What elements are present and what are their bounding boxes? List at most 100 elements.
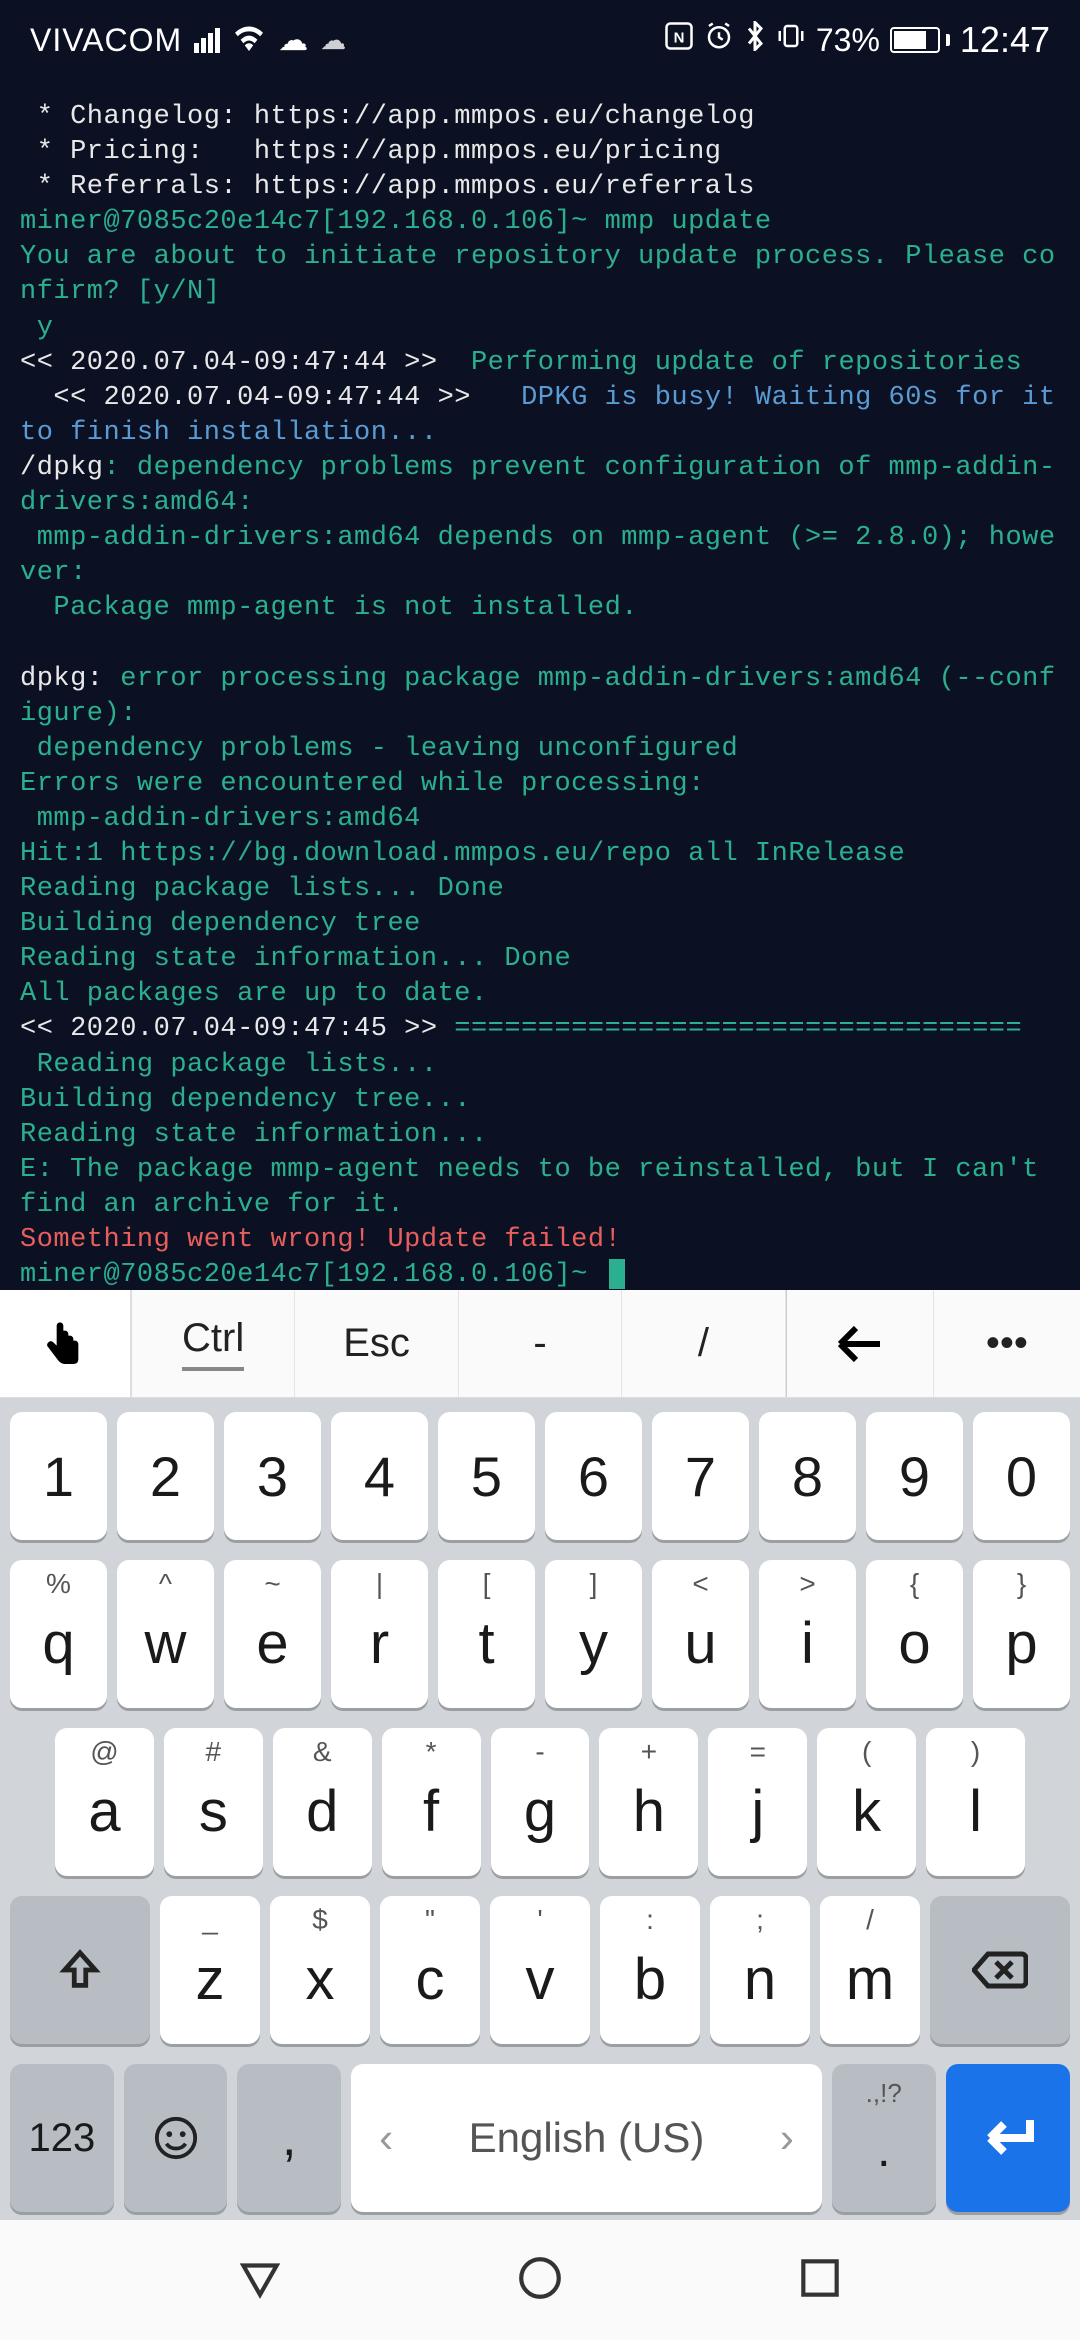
- key-z[interactable]: _z: [160, 1896, 260, 2044]
- terminal-toolbar: Ctrl Esc - / •••: [0, 1290, 1080, 1398]
- key-5[interactable]: 5: [438, 1412, 535, 1540]
- key-p[interactable]: }p: [973, 1560, 1070, 1708]
- term-line: Building dependency tree...: [20, 1083, 1060, 1118]
- term-line: E: The package mmp-agent needs to be rei…: [20, 1153, 1060, 1223]
- key-w[interactable]: ^w: [117, 1560, 214, 1708]
- term-line: /dpkg: dependency problems prevent confi…: [20, 451, 1060, 521]
- terminal-output[interactable]: * Changelog: https://app.mmpos.eu/change…: [0, 80, 1080, 1303]
- cloud-icon-2: ☁: [320, 25, 346, 56]
- kb-row-numbers: 1 2 3 4 5 6 7 8 9 0: [10, 1412, 1070, 1540]
- soft-keyboard: 1 2 3 4 5 6 7 8 9 0 %q ^w ~e |r [t ]y <u…: [0, 1398, 1080, 2220]
- key-k[interactable]: (k: [817, 1728, 916, 1876]
- term-line: Reading package lists...: [20, 1048, 1060, 1083]
- term-line: Reading state information...: [20, 1118, 1060, 1153]
- period-key[interactable]: .,!? .: [832, 2064, 936, 2212]
- term-line: << 2020.07.04-09:47:45 >> ==============…: [20, 1012, 1060, 1047]
- key-y[interactable]: ]y: [545, 1560, 642, 1708]
- nav-back-button[interactable]: [235, 2253, 285, 2308]
- key-e[interactable]: ~e: [224, 1560, 321, 1708]
- key-x[interactable]: $x: [270, 1896, 370, 2044]
- term-line: Reading state information... Done: [20, 942, 1060, 977]
- slash-key-button[interactable]: /: [622, 1290, 785, 1397]
- term-line: * Referrals: https://app.mmpos.eu/referr…: [20, 170, 1060, 205]
- term-line: Building dependency tree: [20, 907, 1060, 942]
- esc-key-button[interactable]: Esc: [295, 1290, 458, 1397]
- key-c[interactable]: "c: [380, 1896, 480, 2044]
- term-line: mmp-addin-drivers:amd64 depends on mmp-a…: [20, 521, 1060, 591]
- key-1[interactable]: 1: [10, 1412, 107, 1540]
- key-h[interactable]: +h: [599, 1728, 698, 1876]
- term-line: mmp-addin-drivers:amd64: [20, 802, 1060, 837]
- key-6[interactable]: 6: [545, 1412, 642, 1540]
- signal-icon: [194, 28, 220, 53]
- key-n[interactable]: ;n: [710, 1896, 810, 2044]
- key-b[interactable]: :b: [600, 1896, 700, 2044]
- key-q[interactable]: %q: [10, 1560, 107, 1708]
- term-prompt: miner@7085c20e14c7[192.168.0.106]~: [20, 1258, 1060, 1293]
- svg-text:N: N: [673, 29, 684, 46]
- nfc-icon: N: [664, 21, 694, 59]
- status-left: VIVACOM ☁ ☁: [30, 22, 346, 59]
- key-l[interactable]: )l: [926, 1728, 1025, 1876]
- key-u[interactable]: <u: [652, 1560, 749, 1708]
- term-line: All packages are up to date.: [20, 977, 1060, 1012]
- key-0[interactable]: 0: [973, 1412, 1070, 1540]
- term-line: << 2020.07.04-09:47:44 >> Performing upd…: [20, 346, 1060, 381]
- term-line: You are about to initiate repository upd…: [20, 240, 1060, 310]
- term-line: y: [20, 311, 1060, 346]
- key-f[interactable]: *f: [382, 1728, 481, 1876]
- enter-key[interactable]: [946, 2064, 1070, 2212]
- key-j[interactable]: =j: [708, 1728, 807, 1876]
- kb-row-q: %q ^w ~e |r [t ]y <u >i {o }p: [10, 1560, 1070, 1708]
- back-arrow-button[interactable]: [787, 1290, 934, 1397]
- status-bar: VIVACOM ☁ ☁ N 73% 12:47: [0, 0, 1080, 80]
- alarm-icon: [704, 21, 734, 59]
- key-v[interactable]: 'v: [490, 1896, 590, 2044]
- key-t[interactable]: [t: [438, 1560, 535, 1708]
- emoji-key[interactable]: [124, 2064, 228, 2212]
- key-2[interactable]: 2: [117, 1412, 214, 1540]
- key-d[interactable]: &d: [273, 1728, 372, 1876]
- wifi-icon: [232, 22, 266, 59]
- key-9[interactable]: 9: [866, 1412, 963, 1540]
- term-line: * Pricing: https://app.mmpos.eu/pricing: [20, 135, 1060, 170]
- vibrate-icon: [776, 21, 806, 59]
- kb-row-a: @a #s &d *f -g +h =j (k )l: [10, 1728, 1070, 1876]
- bluetooth-icon: [744, 21, 766, 59]
- key-r[interactable]: |r: [331, 1560, 428, 1708]
- cloud-icon: ☁: [278, 23, 308, 58]
- space-key[interactable]: ‹ English (US) ›: [351, 2064, 822, 2212]
- term-line: * Changelog: https://app.mmpos.eu/change…: [20, 100, 1060, 135]
- key-4[interactable]: 4: [331, 1412, 428, 1540]
- key-i[interactable]: >i: [759, 1560, 856, 1708]
- touch-mode-button[interactable]: [0, 1290, 132, 1397]
- carrier-label: VIVACOM: [30, 22, 182, 59]
- key-a[interactable]: @a: [55, 1728, 154, 1876]
- key-m[interactable]: /m: [820, 1896, 920, 2044]
- term-line: [20, 626, 1060, 661]
- nav-home-button[interactable]: [515, 2253, 565, 2308]
- more-button[interactable]: •••: [934, 1290, 1080, 1397]
- clock-time: 12:47: [960, 19, 1050, 61]
- key-g[interactable]: -g: [491, 1728, 590, 1876]
- key-3[interactable]: 3: [224, 1412, 321, 1540]
- key-7[interactable]: 7: [652, 1412, 749, 1540]
- cursor-icon: [609, 1259, 625, 1289]
- shift-key[interactable]: [10, 1896, 150, 2044]
- term-error: Something went wrong! Update failed!: [20, 1223, 1060, 1258]
- battery-percent: 73%: [816, 22, 880, 59]
- nav-recent-button[interactable]: [795, 2253, 845, 2308]
- key-o[interactable]: {o: [866, 1560, 963, 1708]
- mode-switch-key[interactable]: 123: [10, 2064, 114, 2212]
- dash-key-button[interactable]: -: [459, 1290, 622, 1397]
- term-line: Errors were encountered while processing…: [20, 767, 1060, 802]
- key-s[interactable]: #s: [164, 1728, 263, 1876]
- key-8[interactable]: 8: [759, 1412, 856, 1540]
- ctrl-key-button[interactable]: Ctrl: [132, 1290, 295, 1397]
- battery-icon: [890, 27, 950, 53]
- term-line: dpkg: error processing package mmp-addin…: [20, 662, 1060, 732]
- backspace-key[interactable]: [930, 1896, 1070, 2044]
- comma-key[interactable]: ,: [237, 2064, 341, 2212]
- term-line: dependency problems - leaving unconfigur…: [20, 732, 1060, 767]
- kb-row-bottom: 123 , ‹ English (US) › .,!? .: [10, 2064, 1070, 2212]
